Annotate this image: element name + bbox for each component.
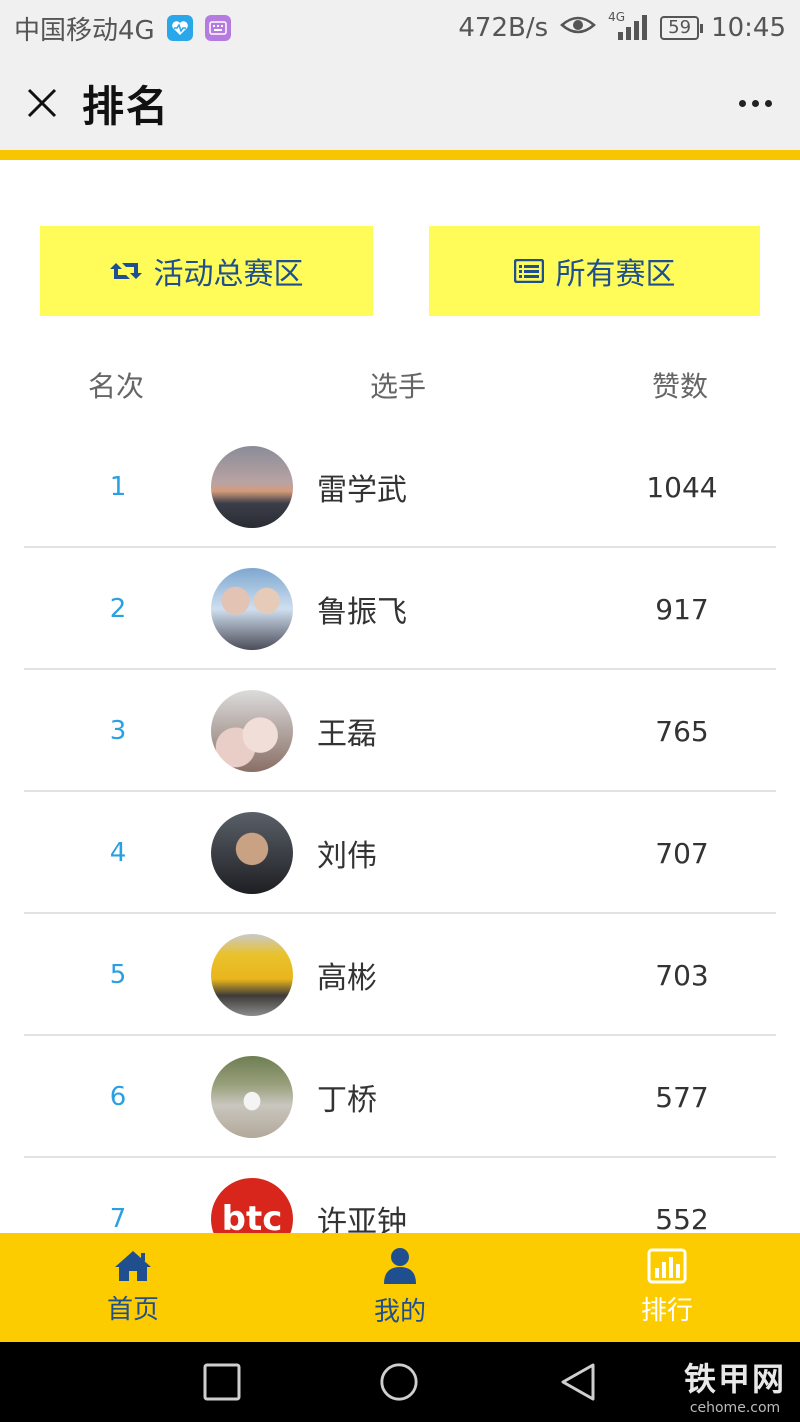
- signal-icon: 4G: [608, 10, 648, 42]
- ranking-row[interactable]: 3 王磊 765: [0, 670, 800, 792]
- like-count: 707: [655, 836, 709, 870]
- list-icon: [513, 259, 544, 283]
- like-count: 765: [655, 714, 709, 748]
- header-likes: 赞数: [652, 370, 709, 403]
- page-header: 排名: [0, 56, 800, 150]
- like-count: 1044: [646, 470, 718, 504]
- nav-mine-label: 我的: [373, 1297, 426, 1327]
- page-title: 排名: [82, 81, 171, 131]
- like-count: 917: [655, 592, 709, 626]
- activity-zone-label: 活动总赛区: [153, 257, 304, 292]
- retweet-icon: [109, 263, 142, 279]
- avatar: [211, 446, 293, 528]
- avatar: [211, 934, 293, 1016]
- more-dot: [738, 99, 746, 107]
- ranking-row[interactable]: 1 雷学武 1044: [0, 426, 800, 548]
- avatar: [211, 1056, 293, 1138]
- like-count: 703: [655, 958, 709, 992]
- activity-zone-button[interactable]: 活动总赛区: [40, 226, 373, 316]
- player-name: 鲁振飞: [317, 595, 407, 630]
- bottom-navigation: 首页 我的 排行: [0, 1233, 800, 1342]
- close-button[interactable]: [22, 83, 62, 123]
- avatar: [211, 568, 293, 650]
- zone-buttons: 活动总赛区 所有赛区: [0, 226, 800, 316]
- ranking-row[interactable]: 6 丁桥 577: [0, 1036, 800, 1158]
- watermark-main: 铁甲网: [683, 1360, 786, 1398]
- ranking-list: 1 雷学武 1044 2 鲁振飞 917 3 王磊 765 4 刘伟 707 5…: [0, 426, 800, 1280]
- nav-rank-label: 排行: [640, 1296, 693, 1326]
- watermark-logo: 铁甲网 cehome.com: [684, 1354, 786, 1416]
- rank-number: 3: [109, 716, 127, 746]
- network-speed: 472B/s: [458, 13, 549, 43]
- player-name: 刘伟: [317, 839, 377, 874]
- nav-mine[interactable]: 我的: [267, 1233, 533, 1342]
- close-icon: [27, 88, 57, 118]
- more-dot: [764, 99, 772, 107]
- status-bar: 中国移动4G 472B/s 4G 59 10:45: [0, 0, 800, 56]
- all-zones-label: 所有赛区: [555, 257, 676, 292]
- more-dot: [751, 99, 759, 107]
- ranking-table-header: 名次 选手 赞数: [0, 365, 800, 415]
- health-app-icon: [166, 15, 193, 41]
- clock: 10:45: [711, 13, 786, 43]
- network-type: 4G: [608, 10, 626, 24]
- rank-number: 2: [109, 594, 127, 624]
- keyboard-app-icon: [204, 15, 231, 41]
- player-name: 王磊: [317, 717, 377, 752]
- all-zones-button[interactable]: 所有赛区: [429, 226, 760, 316]
- rank-number: 4: [109, 838, 127, 868]
- carrier-label: 中国移动4G: [14, 15, 155, 46]
- back-triangle-button[interactable]: [558, 1362, 598, 1402]
- header-player: 选手: [370, 370, 427, 403]
- rank-number: 1: [109, 472, 127, 502]
- ranking-row[interactable]: 4 刘伟 707: [0, 792, 800, 914]
- battery-indicator: 59: [660, 16, 703, 40]
- bar-chart-icon: [647, 1248, 687, 1284]
- player-name: 高彬: [317, 961, 377, 996]
- header-accent-strip: [0, 150, 800, 160]
- player-name: 丁桥: [317, 1083, 377, 1118]
- rank-number: 6: [109, 1082, 127, 1112]
- like-count: 577: [655, 1080, 709, 1114]
- watermark-sub: cehome.com: [689, 1400, 781, 1416]
- nav-home-label: 首页: [106, 1295, 159, 1325]
- nav-rank[interactable]: 排行: [534, 1233, 800, 1342]
- avatar: [211, 812, 293, 894]
- ranking-row[interactable]: 2 鲁振飞 917: [0, 548, 800, 670]
- ranking-row[interactable]: 5 高彬 703: [0, 914, 800, 1036]
- system-navigation-bar: 铁甲网 cehome.com: [0, 1342, 800, 1422]
- more-options-button[interactable]: [732, 83, 778, 123]
- header-rank: 名次: [88, 370, 145, 403]
- user-icon: [384, 1248, 416, 1284]
- avatar: [211, 690, 293, 772]
- eye-icon: [560, 13, 597, 44]
- home-icon: [115, 1251, 151, 1281]
- nav-home[interactable]: 首页: [0, 1233, 266, 1342]
- player-name: 雷学武: [317, 473, 407, 508]
- rank-number: 5: [109, 960, 127, 990]
- recents-button[interactable]: [202, 1362, 242, 1402]
- home-circle-button[interactable]: [379, 1362, 419, 1402]
